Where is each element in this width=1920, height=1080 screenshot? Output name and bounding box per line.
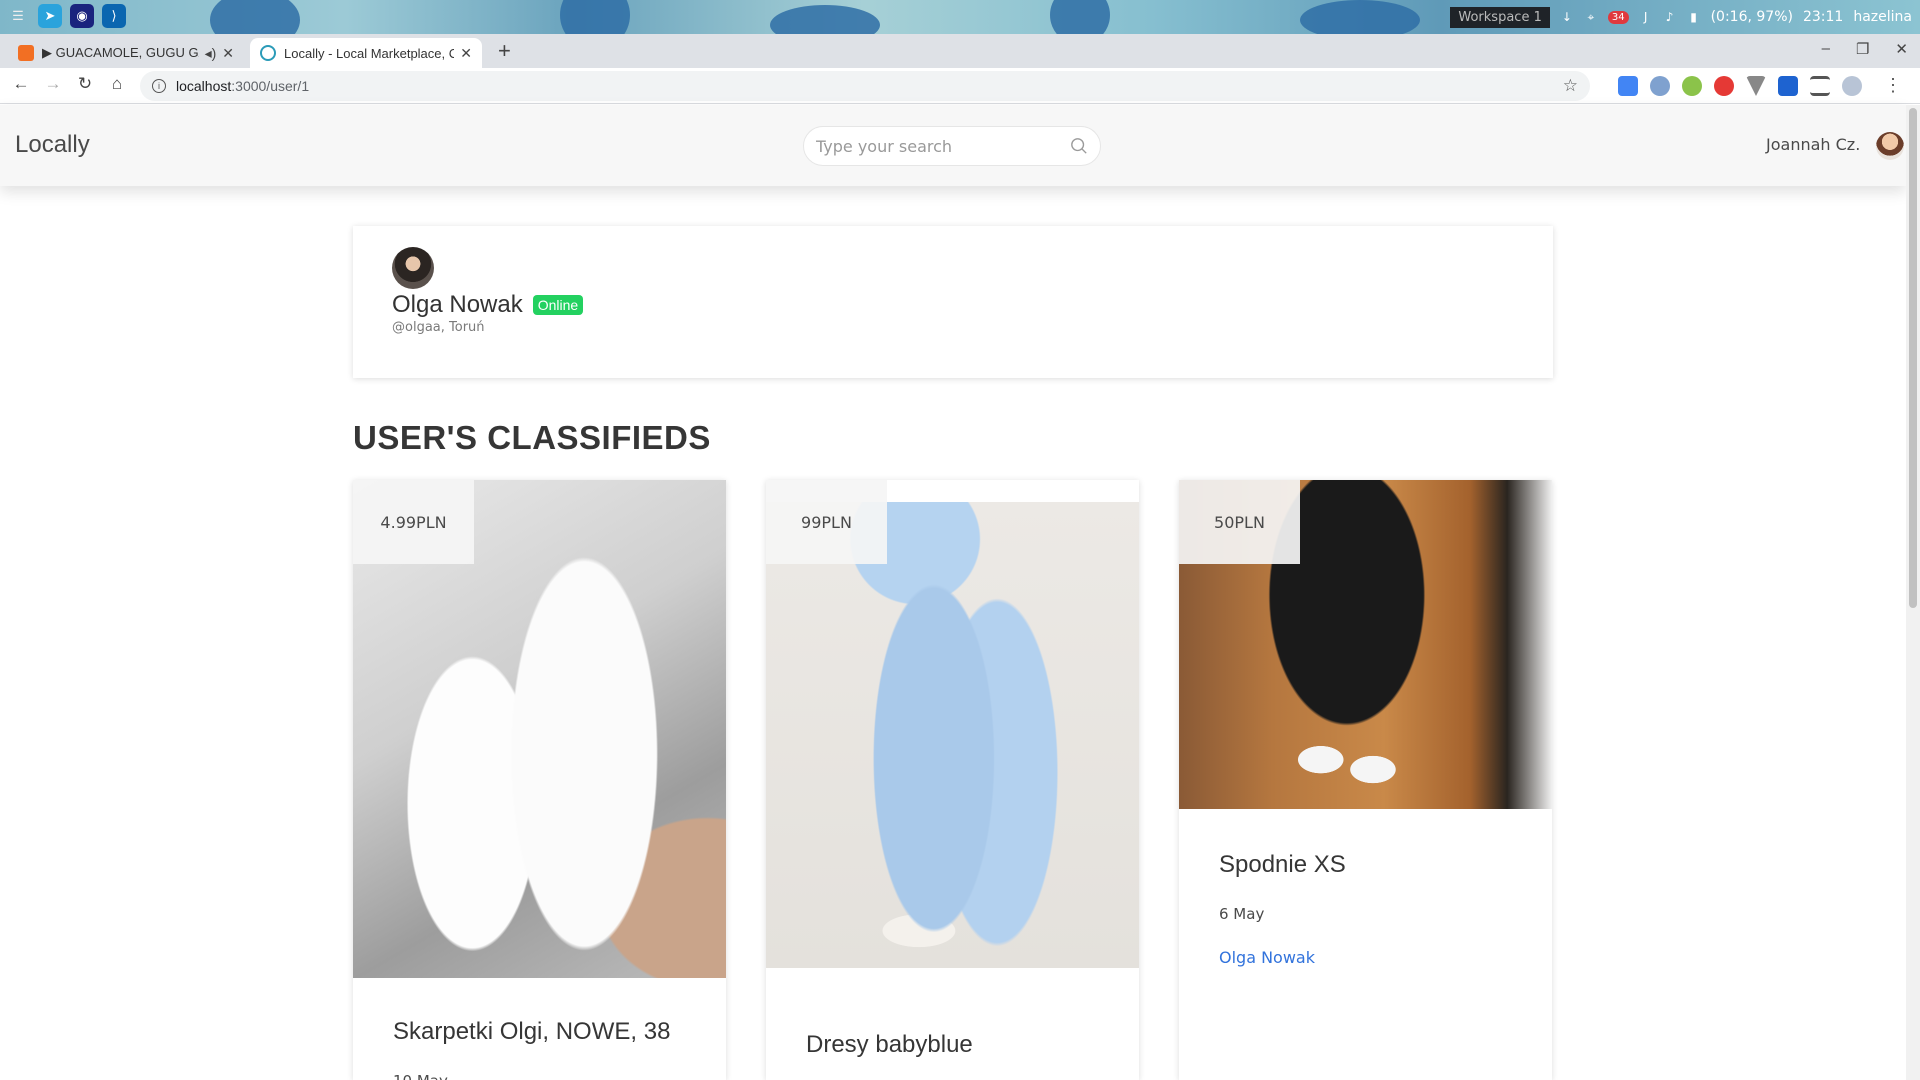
- forward-icon[interactable]: →: [42, 74, 64, 94]
- volume-icon[interactable]: ♪: [1663, 10, 1677, 24]
- tab-title: Locally - Local Marketplace, C: [284, 45, 455, 61]
- profile-card: Olga Nowak Online @olgaa, Toruń: [353, 226, 1553, 378]
- notification-badge[interactable]: 34: [1607, 10, 1629, 24]
- price-tag: 4.99PLN: [353, 480, 474, 564]
- classified-title[interactable]: Skarpetki Olgi, NOWE, 38: [393, 1018, 670, 1046]
- site-info-icon[interactable]: i: [152, 79, 166, 93]
- price-tag: 99PLN: [766, 480, 887, 564]
- download-icon[interactable]: ↓: [1560, 10, 1574, 24]
- avatar: [392, 247, 434, 289]
- new-tab-button[interactable]: +: [498, 38, 511, 64]
- bookmark-star-icon[interactable]: ☆: [1563, 76, 1578, 96]
- classified-date: 6 May: [1219, 905, 1265, 923]
- vscode-icon[interactable]: ⟩: [102, 4, 126, 28]
- close-window-icon[interactable]: ✕: [1895, 40, 1908, 58]
- browser-toolbar: ← → ↻ ⌂ i localhost:3000/user/1 ☆ ⋮: [0, 68, 1920, 104]
- url-path: :3000/user/1: [231, 78, 310, 94]
- profile-name-row: Olga Nowak Online: [392, 291, 584, 319]
- search-icon[interactable]: [1070, 137, 1088, 155]
- translate-extension-icon[interactable]: [1618, 76, 1638, 96]
- adblock-icon[interactable]: [1714, 76, 1734, 96]
- current-user-avatar[interactable]: [1876, 132, 1904, 160]
- react-icon: [260, 45, 276, 61]
- url-host: localhost: [176, 78, 232, 94]
- speaker-icon[interactable]: ◂): [205, 45, 217, 62]
- battery-status: (0:16, 97%): [1710, 9, 1793, 25]
- extension-icon[interactable]: [1650, 76, 1670, 96]
- search-box: [803, 126, 1101, 166]
- menu-icon[interactable]: ☰: [6, 4, 30, 28]
- classified-date: 10 May: [393, 1072, 448, 1080]
- section-title: USER'S CLASSIFIEDS: [353, 419, 711, 456]
- clock: 23:11: [1802, 9, 1844, 25]
- classified-card[interactable]: 99PLN Dresy babyblue: [766, 480, 1139, 1080]
- tab-soundcloud[interactable]: ▶ GUACAMOLE, GUGU GA ◂) ✕: [8, 38, 244, 68]
- close-tab-icon[interactable]: ✕: [460, 45, 472, 62]
- search-input[interactable]: [816, 136, 1070, 156]
- close-tab-icon[interactable]: ✕: [222, 45, 234, 62]
- address-bar[interactable]: i localhost:3000/user/1 ☆: [140, 71, 1590, 101]
- workspace-indicator[interactable]: Workspace 1: [1450, 6, 1550, 28]
- restore-icon[interactable]: ❐: [1856, 40, 1869, 58]
- browser-tab-strip: ▶ GUACAMOLE, GUGU GA ◂) ✕ Locally - Loca…: [0, 34, 1920, 68]
- profile-handle-location: @olgaa, Toruń: [392, 320, 485, 335]
- profile-name: Olga Nowak: [392, 291, 523, 318]
- os-top-panel: ☰ ➤ ◉ ⟩ Workspace 1 ↓ ⌖ 34 J ♪ ▮ (0:16, …: [0, 0, 1920, 34]
- session-username[interactable]: hazelina: [1853, 9, 1912, 25]
- classified-title[interactable]: Dresy babyblue: [806, 1031, 973, 1059]
- home-icon[interactable]: ⌂: [106, 74, 128, 94]
- tab-title: ▶ GUACAMOLE, GUGU GA: [42, 45, 199, 60]
- location-icon[interactable]: ⌖: [1584, 10, 1598, 24]
- scrollbar-thumb[interactable]: [1909, 108, 1917, 608]
- chromium-icon[interactable]: ◉: [70, 4, 94, 28]
- vuetify-icon[interactable]: [1746, 76, 1766, 96]
- battery-icon[interactable]: ▮: [1687, 10, 1701, 24]
- j-app-icon[interactable]: J: [1639, 10, 1653, 24]
- browser-menu-icon[interactable]: ⋮: [1884, 75, 1902, 96]
- current-user-name[interactable]: Joannah Cz.: [1766, 135, 1860, 154]
- classified-card[interactable]: 50PLN Spodnie XS 6 May Olga Nowak: [1179, 480, 1552, 1080]
- app-navbar: Locally Joannah Cz.: [0, 105, 1906, 186]
- calendar-extension-icon[interactable]: [1778, 76, 1798, 96]
- classified-photo[interactable]: [766, 502, 1139, 968]
- classified-title[interactable]: Spodnie XS: [1219, 851, 1346, 879]
- reading-list-icon[interactable]: [1810, 76, 1830, 96]
- minimize-icon[interactable]: –: [1822, 40, 1830, 58]
- reload-icon[interactable]: ↻: [74, 74, 96, 94]
- price-tag: 50PLN: [1179, 480, 1300, 564]
- tab-locally[interactable]: Locally - Local Marketplace, C ✕: [250, 38, 482, 68]
- status-badge: Online: [532, 295, 584, 315]
- back-icon[interactable]: ←: [10, 74, 32, 94]
- telegram-icon[interactable]: ➤: [38, 4, 62, 28]
- classified-card[interactable]: 4.99PLN Skarpetki Olgi, NOWE, 38 10 May: [353, 480, 726, 1080]
- profile-avatar-icon[interactable]: [1842, 76, 1862, 96]
- brand-logo[interactable]: Locally: [15, 131, 90, 159]
- soundcloud-icon: [18, 45, 34, 61]
- classified-author-link[interactable]: Olga Nowak: [1219, 948, 1315, 967]
- vue-devtools-icon[interactable]: [1682, 76, 1702, 96]
